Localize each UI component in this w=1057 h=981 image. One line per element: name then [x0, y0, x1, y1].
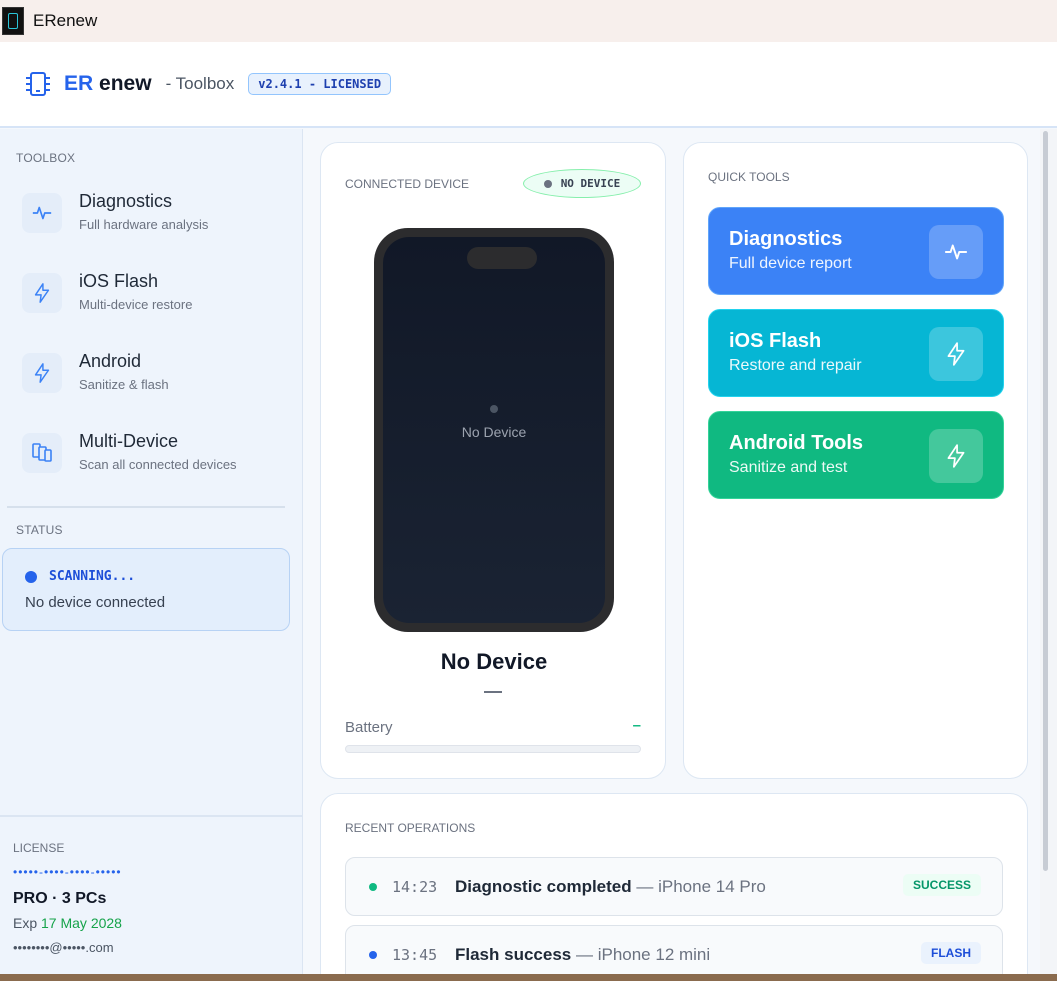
license-expiry: Exp 17 May 2028: [13, 915, 122, 931]
operation-status-dot: [369, 951, 377, 959]
battery-value: –: [632, 717, 641, 734]
tool-desc: Full device report: [729, 255, 852, 272]
quick-tools-heading: QUICK TOOLS: [708, 170, 790, 184]
lightning-icon: [929, 327, 983, 381]
status-message: No device connected: [25, 594, 166, 611]
status-heading: STATUS: [16, 523, 63, 537]
battery-bar: [345, 745, 641, 753]
operation-title: Flash success — iPhone 12 mini: [455, 945, 711, 964]
status-dot: [25, 571, 37, 583]
brand-name: ER enew: [64, 72, 152, 95]
recent-operations-heading: RECENT OPERATIONS: [345, 821, 476, 835]
sidebar-heading: TOOLBOX: [16, 151, 76, 165]
quick-tool-diagnostics-button[interactable]: Diagnostics Full device report: [708, 207, 1004, 295]
tool-label: Android Tools: [729, 432, 864, 454]
sidebar-item-desc: Multi-device restore: [79, 297, 193, 312]
sidebar-item-label: Diagnostics: [79, 191, 173, 211]
quick-tool-android-button[interactable]: Android Tools Sanitize and test: [708, 411, 1004, 499]
operation-row[interactable]: 13:45 Flash success — iPhone 12 mini FLA…: [345, 925, 1003, 981]
battery-label: Battery: [345, 719, 393, 736]
sidebar-item-desc: Full hardware analysis: [79, 217, 209, 232]
desktop-background-strip: [0, 974, 1057, 981]
tool-desc: Sanitize and test: [729, 459, 848, 476]
pulse-icon: [22, 193, 62, 233]
app-header: ER enew - Toolbox v2.4.1 - LICENSED: [0, 42, 1057, 128]
scrollbar-thumb[interactable]: [1043, 131, 1048, 871]
tool-desc: Restore and repair: [729, 357, 862, 374]
license-key: •••••-••••-••••-•••••: [13, 865, 122, 879]
license-divider: [0, 815, 303, 817]
license-plan: PRO · 3 PCs: [13, 890, 107, 907]
chip-logo-icon: [24, 70, 52, 98]
operation-time: 13:45: [392, 946, 438, 964]
lightning-icon: [22, 273, 62, 313]
recent-operations-card: RECENT OPERATIONS 14:23 Diagnostic compl…: [320, 793, 1028, 981]
sidebar-item-android[interactable]: Android Sanitize & flash: [16, 349, 286, 415]
pulse-icon: [929, 225, 983, 279]
sidebar-item-desc: Sanitize & flash: [79, 377, 169, 392]
status-state: SCANNING...: [49, 569, 136, 584]
sidebar-item-label: Android: [79, 351, 142, 371]
license-heading: LICENSE: [13, 841, 65, 855]
lightning-icon: [929, 429, 983, 483]
window-titlebar: ERenew: [0, 0, 1057, 42]
license-email: ••••••••@•••••.com: [13, 940, 114, 955]
operation-title: Diagnostic completed — iPhone 14 Pro: [455, 877, 766, 896]
screen-label: No Device: [461, 424, 527, 440]
tool-label: Diagnostics: [729, 228, 843, 250]
operation-status-dot: [369, 883, 377, 891]
sidebar-item-multi-device[interactable]: Multi-Device Scan all connected devices: [16, 429, 286, 495]
operation-time: 14:23: [392, 878, 438, 896]
sidebar-item-label: Multi-Device: [79, 431, 179, 451]
connected-device-card: CONNECTED DEVICE NO DEVICE No Device No …: [320, 142, 666, 779]
main-scrollbar[interactable]: [1040, 129, 1057, 981]
sidebar-divider: [7, 506, 285, 508]
devices-icon: [22, 433, 62, 473]
header-subtitle: - Toolbox: [165, 74, 235, 93]
sidebar-item-label: iOS Flash: [79, 271, 159, 291]
quick-tools-card: QUICK TOOLS Diagnostics Full device repo…: [683, 142, 1028, 779]
app-icon: [2, 7, 24, 35]
device-name: No Device: [440, 649, 548, 674]
device-status-badge: NO DEVICE: [523, 169, 641, 198]
screen-dot: [490, 405, 498, 413]
lightning-icon: [22, 353, 62, 393]
operation-badge: SUCCESS: [902, 874, 981, 896]
tool-label: iOS Flash: [729, 330, 822, 352]
phone-screen: No Device: [383, 237, 605, 623]
phone-notch: [467, 247, 537, 269]
status-card: SCANNING... No device connected: [2, 548, 290, 631]
phone-illustration: No Device: [374, 228, 614, 632]
quick-tool-ios-flash-button[interactable]: iOS Flash Restore and repair: [708, 309, 1004, 397]
sidebar: TOOLBOX Diagnostics Full hardware analys…: [0, 129, 303, 981]
sidebar-item-diagnostics[interactable]: Diagnostics Full hardware analysis: [16, 189, 286, 255]
window-title: ERenew: [33, 11, 98, 30]
operation-badge: FLASH: [921, 942, 981, 964]
version-badge: v2.4.1 - LICENSED: [248, 73, 392, 95]
device-card-heading: CONNECTED DEVICE: [345, 177, 470, 191]
sidebar-item-ios-flash[interactable]: iOS Flash Multi-device restore: [16, 269, 286, 335]
operation-row[interactable]: 14:23 Diagnostic completed — iPhone 14 P…: [345, 857, 1003, 916]
device-subtitle-dash: [484, 691, 502, 693]
sidebar-item-desc: Scan all connected devices: [79, 457, 237, 472]
